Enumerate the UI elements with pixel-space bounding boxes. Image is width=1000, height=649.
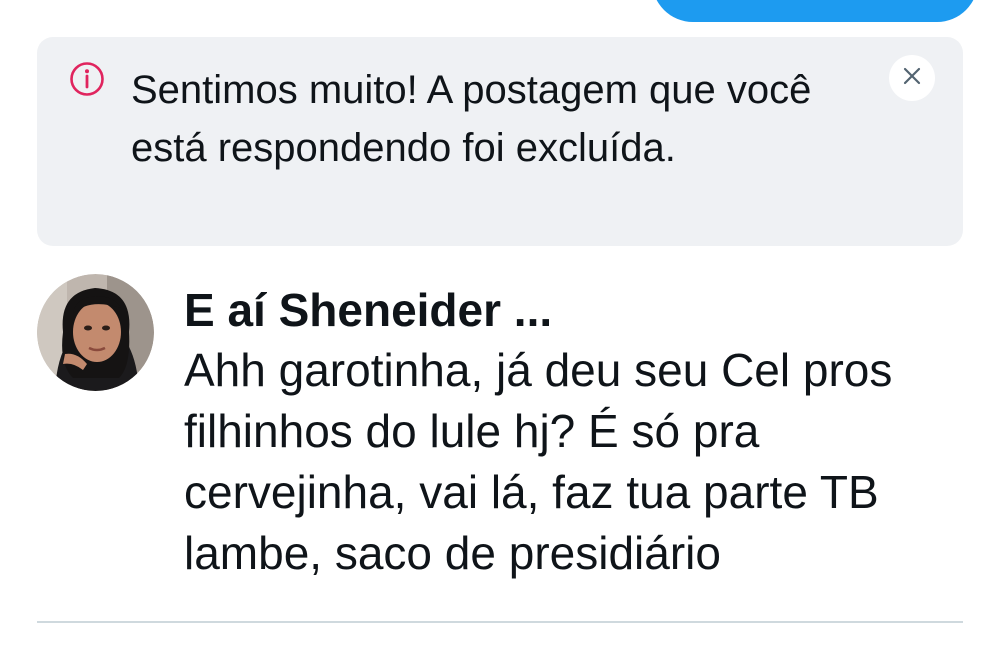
notice-message: Sentimos muito! A postagem que você está…	[131, 68, 812, 170]
top-action-button[interactable]	[652, 0, 978, 22]
info-circle-icon	[69, 61, 105, 97]
reply-text: Ahh garotinha, já deu seu Cel pros filhi…	[184, 344, 893, 579]
avatar[interactable]	[37, 274, 154, 391]
close-notice-button[interactable]	[889, 55, 935, 101]
reply-author-name[interactable]: E aí Sheneider ...	[184, 282, 552, 338]
divider	[37, 621, 963, 623]
deleted-post-notice: Sentimos muito! A postagem que você está…	[37, 37, 963, 246]
close-icon	[902, 66, 922, 91]
